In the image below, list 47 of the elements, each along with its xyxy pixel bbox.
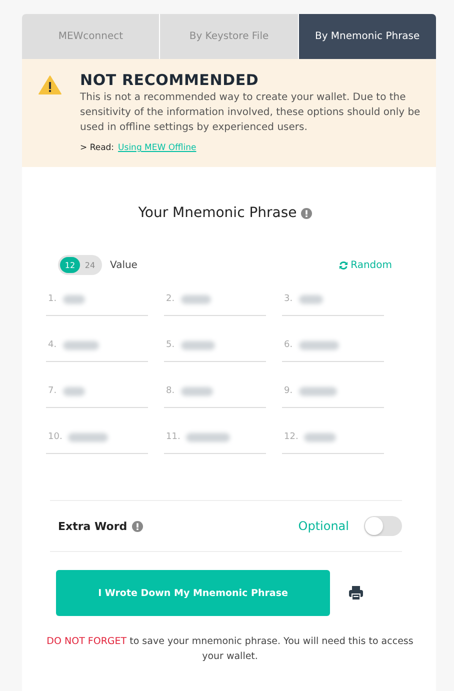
- blurred-word: [62, 294, 85, 304]
- blurred-word: [62, 386, 85, 396]
- refresh-icon: [338, 260, 348, 270]
- length-option[interactable]: 24: [80, 257, 100, 273]
- warning-title: NOT RECOMMENDED: [80, 71, 260, 89]
- warning-icon: [38, 75, 62, 95]
- blurred-word: [180, 340, 215, 350]
- blurred-word: [62, 340, 99, 350]
- tab[interactable]: By Keystore File: [160, 14, 299, 59]
- read-label: > Read:: [80, 143, 114, 153]
- word-field[interactable]: 6.: [282, 329, 384, 362]
- word-field[interactable]: 2.: [164, 283, 266, 316]
- tab[interactable]: MEWconnect: [22, 14, 160, 59]
- blurred-word: [68, 432, 108, 442]
- print-icon[interactable]: [348, 585, 364, 601]
- word-field[interactable]: 5.: [164, 329, 266, 362]
- tab[interactable]: By Mnemonic Phrase: [298, 14, 436, 59]
- word-field[interactable]: 12.: [282, 421, 384, 454]
- extra-word-toggle[interactable]: [364, 516, 402, 536]
- info-icon[interactable]: [132, 520, 144, 532]
- offline-link[interactable]: Using MEW Offline: [118, 143, 196, 153]
- word-field[interactable]: 9.: [282, 375, 384, 408]
- word-field[interactable]: 8.: [164, 375, 266, 408]
- blurred-word: [180, 294, 211, 304]
- blurred-word: [298, 386, 337, 396]
- info-icon[interactable]: [300, 208, 312, 218]
- word-field[interactable]: 7.: [46, 375, 148, 408]
- word-field[interactable]: 11.: [164, 421, 266, 454]
- length-switch[interactable]: 12 24: [58, 255, 102, 275]
- random-button[interactable]: Random: [338, 260, 392, 270]
- optional-label: Optional: [298, 519, 349, 533]
- reminder-text: DO NOT FORGET to save your mnemonic phrase. You will need this to access your wallet.: [46, 635, 414, 664]
- extra-word-label: Extra Word: [58, 520, 128, 532]
- blurred-word: [298, 294, 323, 304]
- word-field[interactable]: 10.: [46, 421, 148, 454]
- length-label: Value: [110, 260, 138, 270]
- blurred-word: [304, 432, 336, 442]
- warning-text: This is not a recommended way to create your wallet. Due to the sensitivity of the information involved, these options should only be used in offline settings by experienced users.: [80, 91, 422, 135]
- confirm-button[interactable]: I Wrote Down My Mnemonic Phrase: [56, 570, 330, 616]
- blurred-word: [298, 340, 339, 350]
- word-field[interactable]: 4.: [46, 329, 148, 362]
- section-title: Your Mnemonic Phrase: [138, 205, 297, 221]
- length-option[interactable]: 12: [60, 257, 80, 273]
- blurred-word: [180, 386, 213, 396]
- word-field[interactable]: 1.: [46, 283, 148, 316]
- blurred-word: [186, 432, 230, 442]
- word-field[interactable]: 3.: [282, 283, 384, 316]
